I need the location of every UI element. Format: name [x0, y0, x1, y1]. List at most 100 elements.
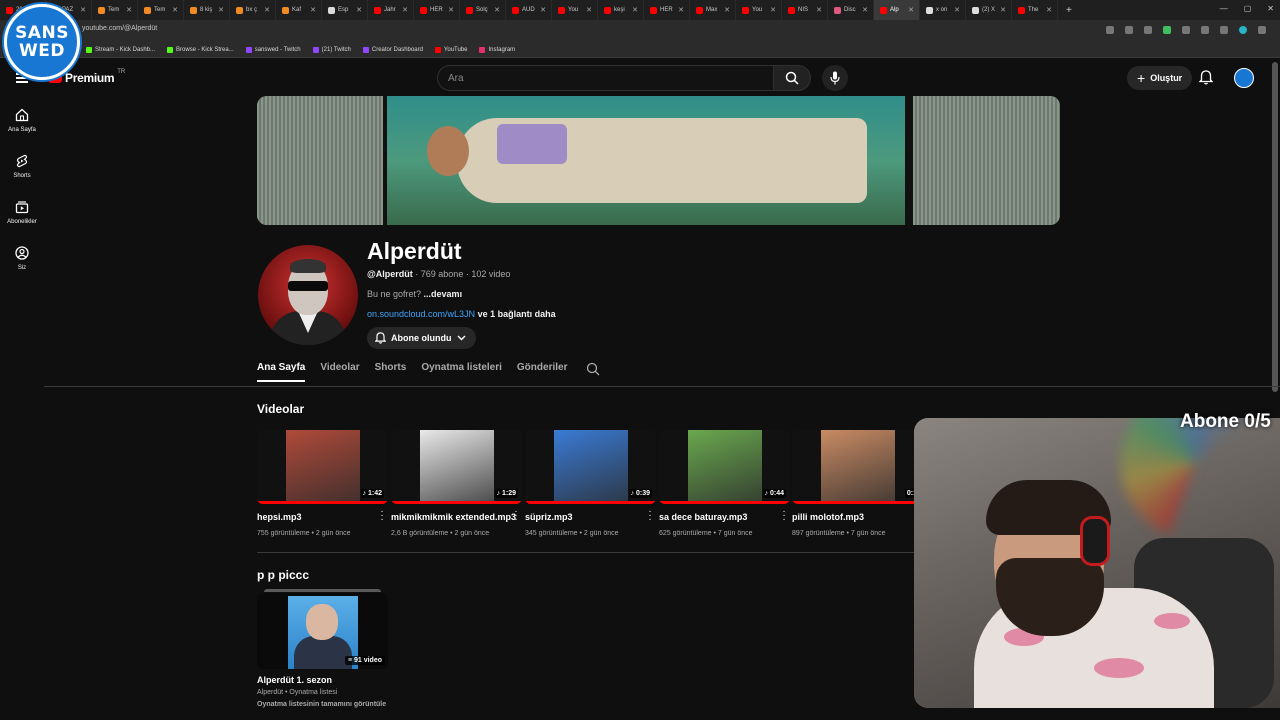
sidebar-icon[interactable]	[1220, 26, 1228, 34]
create-button[interactable]: + Oluştur	[1127, 66, 1193, 90]
bookmark-item[interactable]: Browse - Kick Strea...	[167, 46, 234, 53]
bookmark-item[interactable]: Stream - Kick Dashb...	[86, 46, 155, 53]
video-card[interactable]: ♪ 1:42 hepsi.mp3 755 görüntüleme • 2 gün ö…	[257, 430, 388, 537]
bookmark-item[interactable]: YouTube	[434, 46, 467, 53]
tab-close-icon[interactable]: ✕	[218, 6, 224, 14]
maximize-icon[interactable]: ▢	[1244, 4, 1252, 13]
video-title[interactable]: pilli molotof.mp3	[792, 512, 923, 522]
tab-close-icon[interactable]: ✕	[908, 6, 914, 14]
video-card[interactable]: ♪ 1:29 mikmikmikmik extended.mp3 2,6 B gör…	[391, 430, 522, 537]
browser-tab[interactable]: Disc ✕	[828, 0, 874, 20]
tab-close-icon[interactable]: ✕	[126, 6, 132, 14]
menu-icon[interactable]	[1258, 26, 1266, 34]
tab-close-icon[interactable]: ✕	[862, 6, 868, 14]
video-card[interactable]: 0:1 pilli molotof.mp3 897 görüntüleme • 7 …	[792, 430, 923, 537]
tab-close-icon[interactable]: ✕	[678, 6, 684, 14]
tab-playlists[interactable]: Oynatma listeleri	[421, 362, 502, 380]
browser-tab[interactable]: bx ç ✕	[230, 0, 276, 20]
video-thumbnail[interactable]: 0:1	[792, 430, 923, 504]
tab-close-icon[interactable]: ✕	[402, 6, 408, 14]
tab-close-icon[interactable]: ✕	[816, 6, 822, 14]
tab-close-icon[interactable]: ✕	[1046, 6, 1052, 14]
search-button[interactable]	[773, 65, 811, 91]
playlist-thumbnail[interactable]: ≡ 91 video	[257, 593, 388, 669]
tab-close-icon[interactable]: ✕	[586, 6, 592, 14]
star-icon[interactable]	[1144, 26, 1152, 34]
browser-tab[interactable]: Max ✕	[690, 0, 736, 20]
more-actions-icon[interactable]: · · ·	[780, 507, 788, 525]
channel-avatar[interactable]	[258, 245, 358, 345]
channel-description[interactable]: Bu ne gofret? ...devamı	[367, 289, 462, 299]
account-avatar[interactable]	[1234, 68, 1254, 88]
browser-tab[interactable]: HER ✕	[414, 0, 460, 20]
browser-tab[interactable]: You ✕	[736, 0, 782, 20]
browser-tab[interactable]: AUD ✕	[506, 0, 552, 20]
video-thumbnail[interactable]: ♪ 0:39	[525, 430, 656, 504]
url-field[interactable]: youtube.com/@Alperdüt	[82, 25, 157, 32]
more-links-link[interactable]: ve 1 bağlantı daha	[475, 309, 556, 319]
playlist-section-title[interactable]: p p piccc	[257, 568, 309, 582]
browser-tab[interactable]: (2) X ✕	[966, 0, 1012, 20]
browser-tab[interactable]: 8 kiş ✕	[184, 0, 230, 20]
sidebar-item-subscriptions[interactable]: Abonelikler	[0, 189, 44, 235]
tab-videos[interactable]: Videolar	[320, 362, 359, 380]
browser-tab[interactable]: Alp ✕	[874, 0, 920, 20]
video-card[interactable]: ♪ 0:44 sa dece baturay.mp3 625 görüntüleme…	[659, 430, 790, 537]
more-actions-icon[interactable]: · · ·	[512, 507, 520, 525]
description-more-link[interactable]: ...devamı	[424, 289, 463, 299]
tab-home[interactable]: Ana Sayfa	[257, 362, 306, 382]
search-input[interactable]	[448, 72, 748, 84]
video-title[interactable]: hepsi.mp3	[257, 512, 388, 522]
bookmark-item[interactable]: sanswed - Twitch	[245, 46, 301, 53]
tab-close-icon[interactable]: ✕	[264, 6, 270, 14]
page-scrollbar[interactable]	[1272, 62, 1278, 392]
zoom-icon[interactable]	[1106, 26, 1114, 34]
video-card[interactable]: ♪ 0:39 süpriz.mp3 345 görüntüleme • 2 gün …	[525, 430, 656, 537]
bookmark-item[interactable]: (21) Twitch	[312, 46, 351, 53]
browser-tab[interactable]: Tem ✕	[92, 0, 138, 20]
browser-tab[interactable]: Tem ✕	[138, 0, 184, 20]
tab-close-icon[interactable]: ✕	[494, 6, 500, 14]
tab-close-icon[interactable]: ✕	[540, 6, 546, 14]
video-thumbnail[interactable]: ♪ 1:42	[257, 430, 388, 504]
browser-tab[interactable]: NIS ✕	[782, 0, 828, 20]
playlist-title[interactable]: Alperdüt 1. sezon	[257, 675, 332, 685]
subscribed-button[interactable]: Abone olundu	[367, 327, 476, 349]
notifications-bell-icon[interactable]	[1199, 70, 1213, 85]
tab-close-icon[interactable]: ✕	[310, 6, 316, 14]
browser-tab[interactable]: Kaf ✕	[276, 0, 322, 20]
browser-tab[interactable]: Solç ✕	[460, 0, 506, 20]
browser-tab[interactable]: Esp ✕	[322, 0, 368, 20]
videos-section-title[interactable]: Videolar	[257, 402, 304, 416]
more-actions-icon[interactable]: · · ·	[646, 507, 654, 525]
browser-tab[interactable]: x on ✕	[920, 0, 966, 20]
bookmark-item[interactable]: Instagram	[479, 46, 515, 53]
tab-close-icon[interactable]: ✕	[770, 6, 776, 14]
playlist-view-all-link[interactable]: Oynatma listesinin tamamını görüntüle	[257, 701, 386, 708]
sidebar-item-home[interactable]: Ana Sayfa	[0, 97, 44, 143]
tab-close-icon[interactable]: ✕	[724, 6, 730, 14]
tab-close-icon[interactable]: ✕	[80, 6, 86, 14]
browser-tab[interactable]: The ✕	[1012, 0, 1058, 20]
tab-shorts[interactable]: Shorts	[375, 362, 407, 380]
video-title[interactable]: süpriz.mp3	[525, 512, 656, 522]
tab-close-icon[interactable]: ✕	[356, 6, 362, 14]
bookmark-item[interactable]: Creator Dashboard	[362, 46, 423, 53]
tab-close-icon[interactable]: ✕	[954, 6, 960, 14]
video-thumbnail[interactable]: ♪ 0:44	[659, 430, 790, 504]
tab-close-icon[interactable]: ✕	[1000, 6, 1006, 14]
voice-search-button[interactable]	[822, 65, 848, 91]
extensions-puzzle-icon[interactable]	[1201, 26, 1209, 34]
browser-tab[interactable]: HER ✕	[644, 0, 690, 20]
video-thumbnail[interactable]: ♪ 1:29	[391, 430, 522, 504]
extension-icon[interactable]	[1163, 26, 1171, 34]
video-title[interactable]: sa dece baturay.mp3	[659, 512, 790, 522]
tab-close-icon[interactable]: ✕	[448, 6, 454, 14]
sidebar-item-you[interactable]: Siz	[0, 235, 44, 281]
profile-icon[interactable]	[1239, 26, 1247, 34]
tab-close-icon[interactable]: ✕	[632, 6, 638, 14]
channel-link[interactable]: on.soundcloud.com/wL3JN	[367, 309, 475, 319]
close-icon[interactable]: ✕	[1267, 4, 1274, 13]
cast-icon[interactable]	[1125, 26, 1133, 34]
browser-tab[interactable]: You ✕	[552, 0, 598, 20]
